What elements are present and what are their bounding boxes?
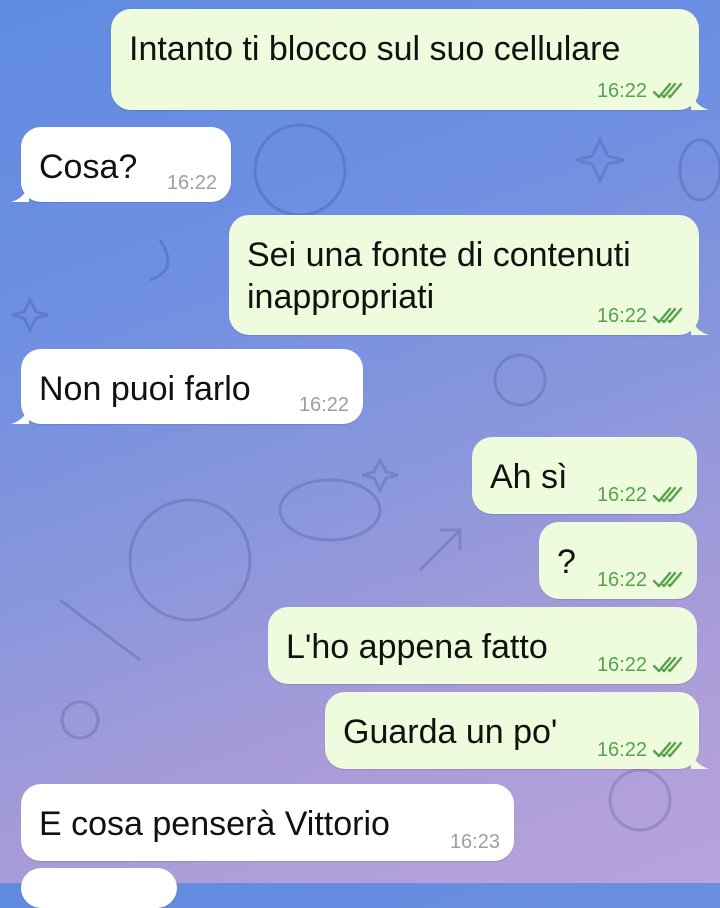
message-meta: 16:22 — [597, 739, 685, 761]
chat-message-list[interactable]: Intanto ti blocco sul suo cellulare 16:2… — [0, 0, 720, 908]
read-double-check-icon — [653, 571, 683, 588]
message-meta: 16:22 — [167, 172, 217, 194]
read-double-check-icon — [653, 741, 683, 758]
message-time: 16:22 — [596, 569, 647, 591]
outgoing-message[interactable]: Ah sì 16:22 — [472, 437, 697, 514]
outgoing-message[interactable]: Guarda un po' 16:22 — [325, 692, 699, 769]
incoming-message[interactable]: Cosa? 16:22 — [21, 127, 231, 202]
message-time: 16:22 — [596, 739, 647, 761]
message-meta: 16:22 — [597, 80, 685, 102]
outgoing-message[interactable]: Sei una fonte di contenuti inappropriati… — [229, 215, 699, 335]
message-text: E cosa penserà Vittorio — [39, 805, 390, 843]
message-time: 16:22 — [596, 305, 647, 327]
message-time: 16:22 — [298, 394, 349, 416]
outgoing-message[interactable]: Intanto ti blocco sul suo cellulare 16:2… — [111, 9, 699, 110]
message-text: Cosa? — [39, 148, 138, 186]
incoming-message[interactable]: Non puoi farlo 16:22 — [21, 349, 363, 424]
read-double-check-icon — [653, 656, 683, 673]
message-text: Ah sì — [490, 458, 568, 496]
outgoing-message[interactable]: ? 16:22 — [539, 522, 697, 599]
message-time: 16:23 — [449, 831, 500, 853]
message-text-line1: Sei una fonte di contenuti — [247, 236, 631, 274]
message-text: Non puoi farlo — [39, 370, 251, 408]
incoming-message[interactable]: E cosa penserà Vittorio 16:23 — [21, 784, 514, 861]
message-meta: 16:22 — [597, 654, 685, 676]
message-text: ? — [557, 543, 576, 581]
message-text-line2: inappropriati — [247, 278, 435, 316]
message-time: 16:22 — [166, 172, 217, 194]
read-double-check-icon — [653, 307, 683, 324]
outgoing-message[interactable]: L'ho appena fatto 16:22 — [268, 607, 697, 684]
message-time: 16:22 — [596, 484, 647, 506]
message-text: Guarda un po' — [343, 713, 558, 751]
read-double-check-icon — [653, 82, 683, 99]
message-text: L'ho appena fatto — [286, 628, 548, 666]
message-meta: 16:22 — [597, 569, 685, 591]
message-meta: 16:23 — [450, 831, 500, 853]
read-double-check-icon — [653, 486, 683, 503]
message-time: 16:22 — [596, 80, 647, 102]
message-time: 16:22 — [596, 654, 647, 676]
incoming-message-partial[interactable] — [21, 868, 177, 908]
message-meta: 16:22 — [299, 394, 349, 416]
message-text: Intanto ti blocco sul suo cellulare — [129, 30, 621, 68]
message-meta: 16:22 — [597, 484, 685, 506]
message-meta: 16:22 — [597, 305, 685, 327]
